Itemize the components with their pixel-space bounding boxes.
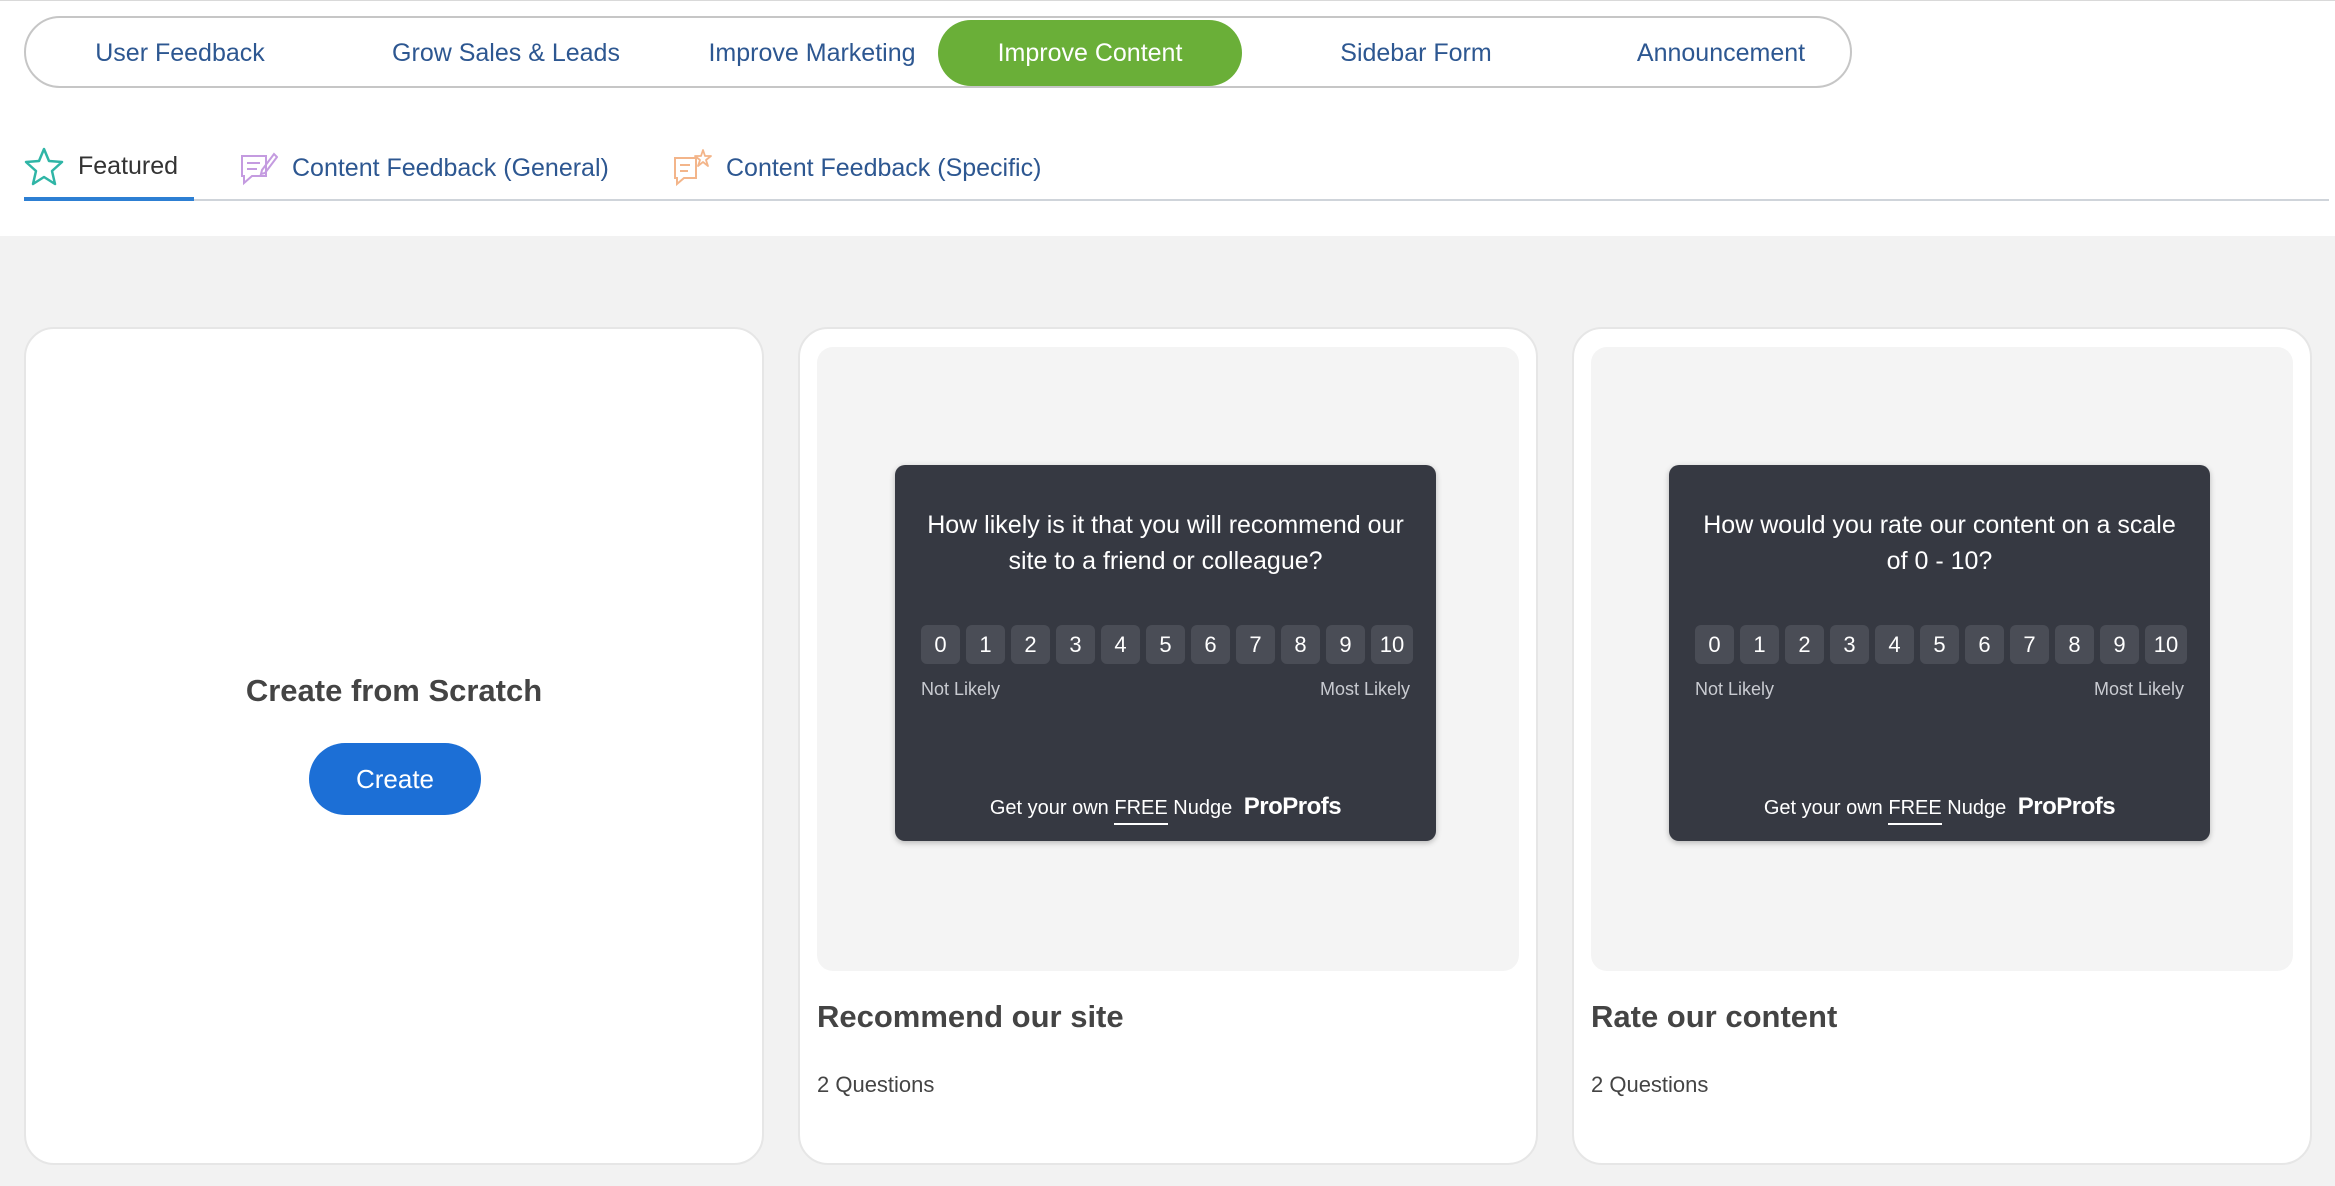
template-card-rate-content[interactable]: How would you rate our content on a scal… xyxy=(1572,327,2312,1165)
sub-tab-content-feedback-general[interactable]: Content Feedback (General) xyxy=(238,135,609,201)
category-tab-user-feedback[interactable]: User Feedback xyxy=(60,20,300,86)
scale-option[interactable]: 0 xyxy=(921,625,960,664)
scale-option[interactable]: 6 xyxy=(1191,625,1230,664)
template-title: Rate our content xyxy=(1591,999,1838,1034)
create-button[interactable]: Create xyxy=(309,743,481,815)
sub-tab-label: Featured xyxy=(78,151,179,180)
nudge-question: How would you rate our content on a scal… xyxy=(1703,511,2176,575)
scale-low-label: Not Likely xyxy=(1695,679,1775,699)
nudge-preview: How likely is it that you will recommend… xyxy=(895,465,1436,841)
category-tab-improve-content[interactable]: Improve Content xyxy=(938,20,1242,86)
footer-prefix: Get your own xyxy=(989,797,1109,819)
scale-option[interactable]: 8 xyxy=(2055,625,2094,664)
scale-option[interactable]: 4 xyxy=(1875,625,1914,664)
scale-option[interactable]: 10 xyxy=(1371,625,1413,664)
sub-tab-label: Content Feedback (Specific) xyxy=(726,153,1042,182)
template-question-count: 2 Questions xyxy=(817,1072,935,1097)
feedback-star-icon xyxy=(672,148,712,188)
category-tabs: User Feedback Grow Sales & Leads Improve… xyxy=(24,16,1852,88)
scale-option[interactable]: 9 xyxy=(2100,625,2139,664)
scale-option[interactable]: 2 xyxy=(1785,625,1824,664)
rating-scale: 0 1 2 3 4 5 6 7 8 9 10 xyxy=(921,625,1413,664)
scratch-card-title: Create from Scratch xyxy=(245,673,543,708)
scale-option[interactable]: 5 xyxy=(1146,625,1185,664)
template-preview: How likely is it that you will recommend… xyxy=(817,347,1519,971)
scale-option[interactable]: 2 xyxy=(1011,625,1050,664)
nudge-preview: How would you rate our content on a scal… xyxy=(1669,465,2210,841)
scale-option[interactable]: 7 xyxy=(1236,625,1275,664)
category-tab-grow-sales-leads[interactable]: Grow Sales & Leads xyxy=(356,20,656,86)
scale-option[interactable]: 3 xyxy=(1056,625,1095,664)
category-tab-improve-marketing[interactable]: Improve Marketing xyxy=(662,20,962,86)
sub-tab-label: Content Feedback (General) xyxy=(292,153,609,182)
category-tab-sidebar-form[interactable]: Sidebar Form xyxy=(1266,20,1566,86)
scale-option[interactable]: 1 xyxy=(1740,625,1779,664)
category-tab-announcement[interactable]: Announcement xyxy=(1571,20,1871,86)
sub-tab-featured[interactable]: Featured xyxy=(24,135,194,201)
nudge-question: How likely is it that you will recommend… xyxy=(927,511,1404,575)
proprofs-logo: ProProfs xyxy=(1243,793,1342,820)
template-question-count: 2 Questions xyxy=(1591,1072,1709,1097)
template-sub-tabs: Featured Content Feedback (General) Cont… xyxy=(24,135,2329,201)
feedback-edit-icon xyxy=(238,148,279,188)
rating-scale: 0 1 2 3 4 5 6 7 8 9 10 xyxy=(1695,625,2187,664)
scale-option[interactable]: 8 xyxy=(1281,625,1320,664)
scale-option[interactable]: 6 xyxy=(1965,625,2004,664)
scale-high-label: Most Likely xyxy=(2093,679,2184,699)
scale-low-label: Not Likely xyxy=(921,679,1001,699)
proprofs-logo: ProProfs xyxy=(2017,793,2116,820)
scale-option[interactable]: 10 xyxy=(2145,625,2187,664)
template-preview: How would you rate our content on a scal… xyxy=(1591,347,2293,971)
scale-high-label: Most Likely xyxy=(1319,679,1410,699)
create-from-scratch-card[interactable]: Create from Scratch Create xyxy=(24,327,764,1165)
footer-free-link[interactable]: FREE xyxy=(1114,797,1168,825)
nudge-footer: Get your own FREE Nudge ProProfs xyxy=(1669,793,2210,825)
scale-option[interactable]: 1 xyxy=(966,625,1005,664)
footer-free-link[interactable]: FREE xyxy=(1888,797,1942,825)
nudge-footer: Get your own FREE Nudge ProProfs xyxy=(895,793,1436,825)
sub-tab-content-feedback-specific[interactable]: Content Feedback (Specific) xyxy=(672,135,1041,201)
scale-option[interactable]: 0 xyxy=(1695,625,1734,664)
header-area: User Feedback Grow Sales & Leads Improve… xyxy=(0,0,2335,236)
footer-prefix: Get your own xyxy=(1763,797,1883,819)
footer-suffix: Nudge xyxy=(1947,797,2007,819)
scale-option[interactable]: 4 xyxy=(1101,625,1140,664)
footer-suffix: Nudge xyxy=(1173,797,1233,819)
template-title: Recommend our site xyxy=(817,999,1124,1034)
template-card-recommend[interactable]: How likely is it that you will recommend… xyxy=(798,327,1538,1165)
scale-option[interactable]: 9 xyxy=(1326,625,1365,664)
scale-option[interactable]: 7 xyxy=(2010,625,2049,664)
star-icon xyxy=(24,146,64,186)
scale-option[interactable]: 5 xyxy=(1920,625,1959,664)
scale-option[interactable]: 3 xyxy=(1830,625,1869,664)
